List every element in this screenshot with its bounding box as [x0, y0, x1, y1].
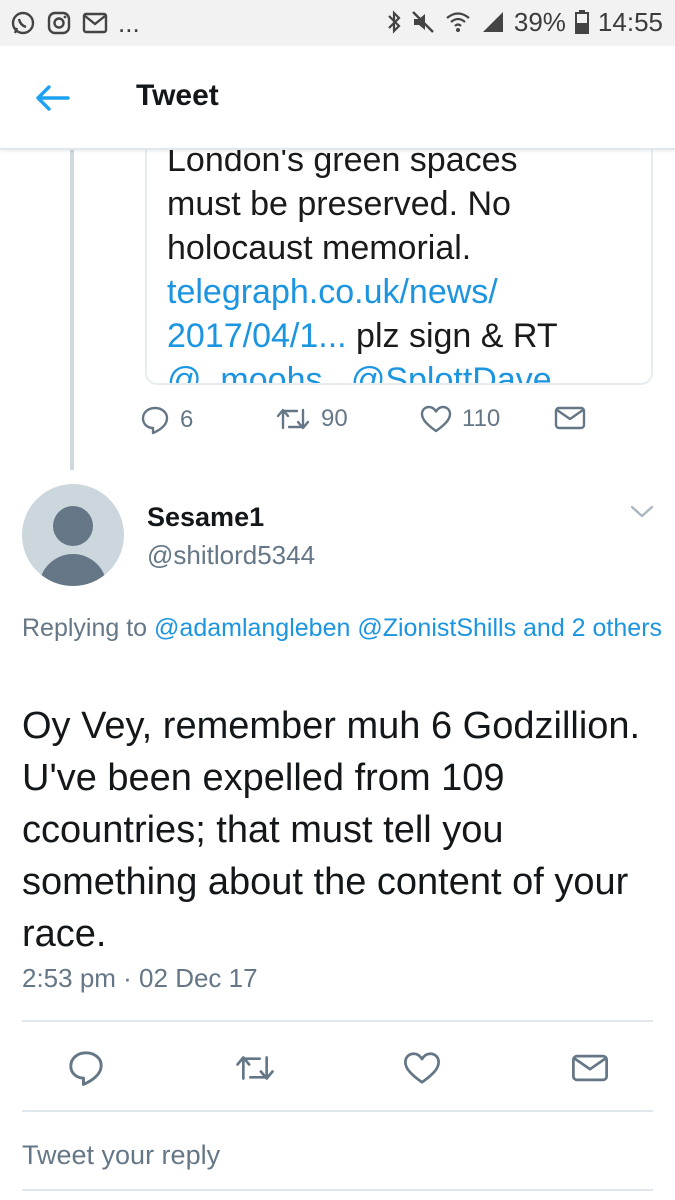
avatar-head: [53, 506, 93, 546]
parent-tweet-actions: 6 90 110: [140, 405, 600, 445]
page-title: Tweet: [136, 79, 219, 112]
gmail-icon: [82, 11, 108, 35]
chevron-down-icon: [630, 505, 654, 518]
avatar-body: [39, 554, 107, 586]
replying-mentions[interactable]: @adamlangleben @ZionistShills and 2 othe…: [154, 614, 662, 642]
user-handle[interactable]: @shitlord5344: [147, 540, 315, 571]
tweet-action-bar: [0, 1046, 675, 1092]
quoted-line-text: must be preserved. No: [167, 185, 511, 223]
avatar[interactable]: [22, 484, 124, 586]
parent-reply-count: 6: [180, 406, 194, 433]
parent-like-button[interactable]: 110: [420, 405, 500, 433]
back-button[interactable]: [30, 78, 74, 118]
quoted-line: must be preserved. No: [167, 182, 647, 226]
instagram-icon: [46, 10, 72, 36]
retweet-icon: [236, 1056, 274, 1080]
quoted-link[interactable]: telegraph.co.uk/news/: [167, 273, 498, 311]
back-arrow-icon: [36, 85, 70, 111]
quoted-tweet-card[interactable]: London's green spaces must be preserved.…: [145, 120, 653, 385]
divider: [22, 1020, 653, 1022]
quoted-link[interactable]: 2017/04/1...: [167, 317, 347, 355]
parent-reply-button[interactable]: 6: [140, 405, 193, 435]
bluetooth-icon: [386, 9, 402, 35]
retweet-icon: [276, 408, 310, 430]
quoted-line: 2017/04/1... plz sign & RT: [167, 314, 647, 358]
replying-to: Replying to @adamlangleben @ZionistShill…: [22, 610, 662, 646]
quoted-line-text: plz sign & RT: [346, 317, 558, 355]
tweet-menu-button[interactable]: [628, 502, 656, 522]
quoted-mentions[interactable]: @_moohs_ @SplottDave: [167, 361, 552, 383]
tweet-timestamp: 2:53 pm · 02 Dec 17: [22, 963, 258, 993]
quoted-line: holocaust memorial.: [167, 226, 647, 270]
clock: 14:55: [597, 7, 663, 37]
wifi-icon: [444, 9, 472, 35]
heart-icon: [420, 405, 452, 433]
quoted-line: @_moohs_ @SplottDave: [167, 358, 647, 383]
direct-message-button[interactable]: [568, 1046, 612, 1090]
tweet-text: Oy Vey, remember muh 6 Godzillion. U've …: [22, 705, 641, 955]
reply-composer-input[interactable]: Tweet your reply: [22, 1140, 220, 1171]
battery-percent: 39%: [513, 7, 566, 37]
like-button[interactable]: [400, 1046, 444, 1090]
status-bar: ... 39% 14:55: [0, 0, 675, 46]
display-name[interactable]: Sesame1: [147, 502, 264, 533]
parent-retweet-count: 90: [321, 405, 348, 432]
quoted-line-text: holocaust memorial.: [167, 229, 472, 267]
quoted-tweet-text: London's green spaces must be preserved.…: [167, 138, 647, 383]
reply-icon: [69, 1051, 103, 1086]
retweet-button[interactable]: [233, 1046, 277, 1090]
app-header: Tweet: [0, 46, 675, 150]
thread-line: [70, 150, 74, 470]
more-notifications: ...: [118, 8, 140, 38]
heart-icon: [404, 1052, 440, 1084]
reply-icon: [141, 406, 169, 435]
divider: [22, 1189, 653, 1191]
divider: [22, 1110, 653, 1112]
parent-like-count: 110: [462, 405, 501, 432]
parent-dm-button[interactable]: [554, 405, 586, 431]
quoted-line: telegraph.co.uk/news/: [167, 270, 647, 314]
reply-button[interactable]: [64, 1046, 108, 1090]
replying-prefix: Replying to: [22, 614, 155, 642]
envelope-icon: [572, 1054, 608, 1082]
whatsapp-icon: [10, 10, 36, 36]
parent-retweet-button[interactable]: 90: [275, 405, 348, 433]
envelope-icon: [554, 406, 586, 430]
signal-icon: [480, 9, 506, 35]
battery-icon: [574, 9, 590, 35]
mute-icon: [410, 9, 436, 35]
